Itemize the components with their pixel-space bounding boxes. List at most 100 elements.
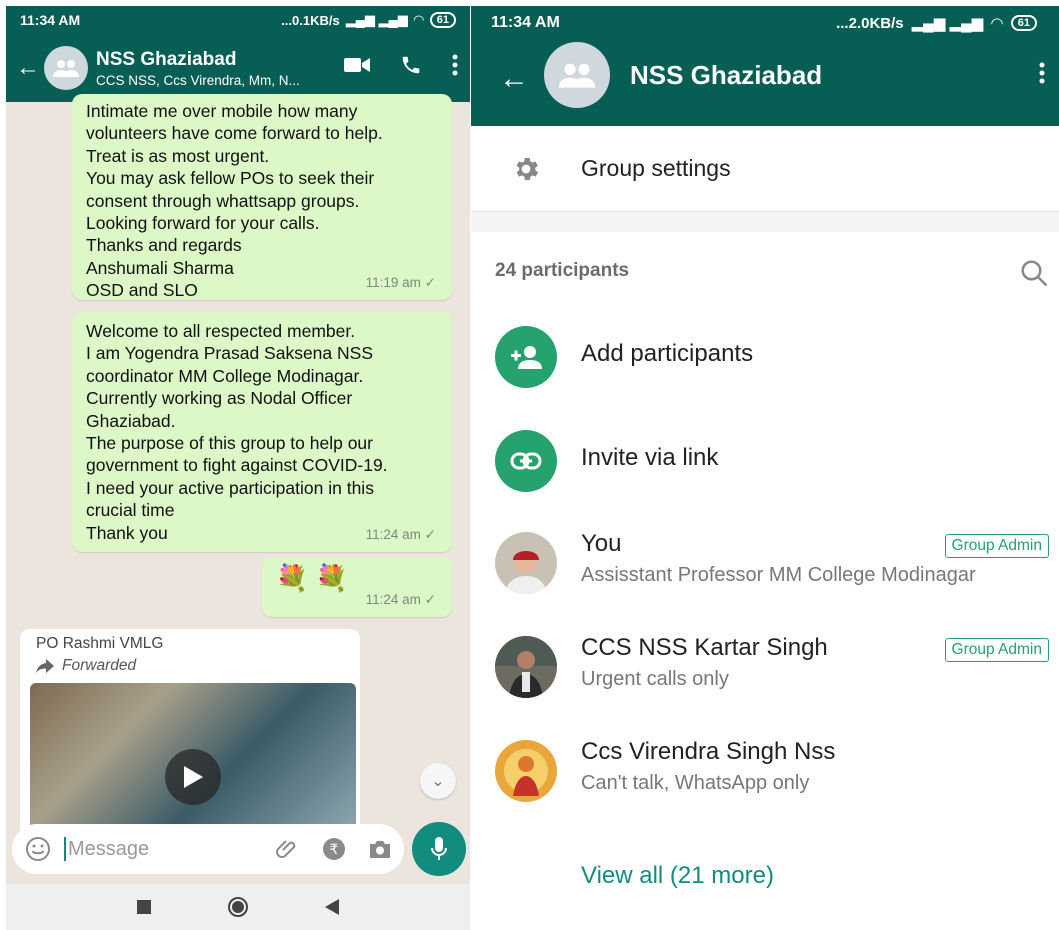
- message-line: I am Yogendra Prasad Saksena NSS: [86, 343, 373, 364]
- group-icon: [558, 63, 596, 88]
- group-info-screen: 11:34 AM ...2.0KB/s ▂▄▆ ▂▄▆ ◠ 61 ← NSS G…: [471, 6, 1059, 930]
- participant-avatar: [495, 532, 557, 594]
- paperclip-icon: [276, 840, 296, 858]
- payment-button[interactable]: ₹: [322, 837, 346, 861]
- participant-avatar: [495, 636, 557, 698]
- group-avatar[interactable]: [544, 42, 610, 108]
- message-line: Thanks and regards: [86, 235, 242, 256]
- participant-status: Urgent calls only: [581, 668, 729, 690]
- flower-emoji: 💐 💐: [276, 563, 348, 593]
- more-options-icon[interactable]: [452, 54, 458, 76]
- message-time: 11:24 am ✓: [365, 526, 436, 542]
- scroll-to-bottom-button[interactable]: ⌄: [420, 763, 456, 799]
- network-speed: ...0.1KB/s: [281, 12, 340, 28]
- message-line: The purpose of this group to help our: [86, 433, 373, 454]
- status-time: 11:34 AM: [20, 12, 81, 28]
- group-title: NSS Ghaziabad: [630, 60, 823, 90]
- message-line: coordinator MM College Modinagar.: [86, 365, 364, 386]
- sender-name: PO Rashmi VMLG: [36, 635, 164, 652]
- header-actions: [344, 54, 458, 76]
- outgoing-message[interactable]: 💐 💐 11:24 am ✓: [262, 557, 452, 617]
- recents-icon[interactable]: [137, 900, 151, 914]
- participant-row[interactable]: You Assisstant Professor MM College Modi…: [471, 516, 1059, 612]
- attach-button[interactable]: [276, 837, 300, 861]
- chat-title-block[interactable]: NSS Ghaziabad CCS NSS, Ccs Virendra, Mm,…: [96, 49, 321, 88]
- gear-icon: [471, 154, 581, 184]
- group-settings-label: Group settings: [581, 155, 731, 181]
- back-arrow-icon[interactable]: ←: [499, 62, 529, 96]
- status-indicators: ...0.1KB/s ▂▄▆ ▂▄▆ ◠ 61: [281, 12, 456, 28]
- view-all-participants-link[interactable]: View all (21 more): [581, 862, 774, 890]
- message-line: Looking forward for your calls.: [86, 213, 320, 234]
- status-time: 11:34 AM: [491, 14, 560, 31]
- microphone-icon: [431, 837, 447, 860]
- message-time: 11:24 am ✓: [365, 591, 436, 607]
- video-thumbnail[interactable]: [30, 683, 356, 833]
- group-admin-badge: Group Admin: [944, 638, 1049, 662]
- network-speed: ...2.0KB/s: [836, 14, 904, 32]
- participant-name: CCS NSS Kartar Singh: [581, 634, 828, 661]
- participant-row[interactable]: Ccs Virendra Singh Nss Can't talk, Whats…: [471, 724, 1059, 820]
- message-input[interactable]: Message: [64, 837, 254, 861]
- more-options-icon[interactable]: [1039, 60, 1045, 86]
- add-person-icon: [511, 346, 542, 369]
- battery-icon: 61: [429, 12, 456, 28]
- add-participants-row[interactable]: Add participants: [471, 308, 1059, 404]
- camera-button[interactable]: [368, 838, 392, 860]
- signal-icon: ▂▄▆ ▂▄▆: [345, 12, 408, 27]
- battery-icon: 61: [1010, 15, 1037, 31]
- message-input-bar: Message ₹: [12, 824, 404, 874]
- chat-title: NSS Ghaziabad: [96, 48, 237, 70]
- play-button[interactable]: [165, 749, 221, 805]
- participant-name: Ccs Virendra Singh Nss: [581, 738, 836, 765]
- camera-icon: [370, 841, 390, 858]
- message-list[interactable]: Intimate me over mobile how many volunte…: [6, 94, 470, 839]
- link-icon: [510, 452, 542, 470]
- message-line: I need your active participation in this: [86, 477, 374, 498]
- chat-header: ← NSS Ghaziabad CCS NSS, Ccs Virendra, M…: [6, 34, 470, 102]
- group-avatar[interactable]: [44, 46, 88, 90]
- outgoing-message[interactable]: Welcome to all respected member. I am Yo…: [72, 312, 452, 552]
- participant-status: Can't talk, WhatsApp only: [581, 772, 810, 794]
- invite-via-link-label: Invite via link: [581, 444, 719, 471]
- chat-screen: 11:34 AM ...0.1KB/s ▂▄▆ ▂▄▆ ◠ 61 ← NSS G…: [6, 6, 470, 930]
- message-line: Intimate me over mobile how many: [86, 101, 358, 121]
- group-admin-badge: Group Admin: [944, 534, 1049, 558]
- section-divider: [471, 212, 1059, 232]
- rupee-icon: ₹: [323, 838, 345, 860]
- group-settings-row[interactable]: Group settings: [471, 126, 1059, 212]
- message-line: volunteers have come forward to help.: [86, 123, 383, 144]
- status-bar: 11:34 AM ...2.0KB/s ▂▄▆ ▂▄▆ ◠ 61: [471, 6, 1059, 40]
- message-line: You may ask fellow POs to seek their: [86, 168, 375, 189]
- participant-name: You: [581, 530, 622, 557]
- phone-icon[interactable]: [400, 54, 422, 76]
- home-icon[interactable]: [227, 896, 249, 918]
- incoming-message[interactable]: PO Rashmi VMLG Forwarded: [20, 629, 360, 839]
- message-line: Welcome to all respected member.: [86, 321, 356, 341]
- message-line: Currently working as Nodal Officer: [86, 388, 353, 409]
- link-icon-circle: [495, 430, 557, 492]
- back-arrow-icon[interactable]: ←: [16, 54, 40, 82]
- voice-record-button[interactable]: [412, 822, 466, 876]
- signal-icon: ▂▄▆ ▂▄▆: [911, 15, 984, 32]
- search-icon[interactable]: [1019, 258, 1049, 288]
- forward-arrow-icon: [36, 659, 54, 673]
- video-call-icon[interactable]: [344, 56, 370, 74]
- participants-count: 24 participants: [495, 260, 630, 281]
- message-line: Ghaziabad.: [86, 410, 176, 431]
- android-nav-bar: [6, 884, 470, 930]
- forwarded-text: Forwarded: [62, 657, 137, 674]
- message-line: crucial time: [86, 500, 175, 521]
- participant-row[interactable]: CCS NSS Kartar Singh Urgent calls only G…: [471, 620, 1059, 716]
- participant-status: Assisstant Professor MM College Modinaga…: [581, 564, 976, 586]
- message-line: government to fight against COVID-19.: [86, 455, 388, 476]
- back-nav-icon[interactable]: [325, 899, 339, 915]
- emoji-icon[interactable]: [24, 835, 52, 863]
- invite-via-link-row[interactable]: Invite via link: [471, 412, 1059, 508]
- outgoing-message[interactable]: Intimate me over mobile how many volunte…: [72, 94, 452, 300]
- participant-avatar: [495, 740, 557, 802]
- add-participants-label: Add participants: [581, 340, 754, 367]
- wifi-icon: ◠: [991, 15, 1003, 32]
- group-icon: [53, 60, 79, 77]
- status-indicators: ...2.0KB/s ▂▄▆ ▂▄▆ ◠ 61: [836, 14, 1037, 32]
